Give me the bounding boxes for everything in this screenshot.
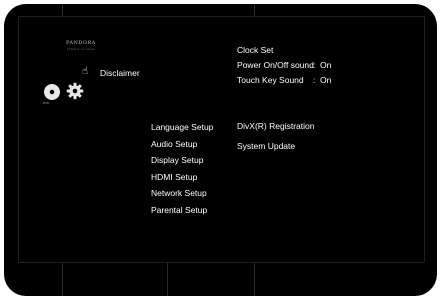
power-sound-separator: : (313, 60, 316, 70)
menu-item-divx-registration[interactable]: DivX(R) Registration (237, 116, 314, 136)
brand-tagline: symbol of value (66, 47, 96, 51)
menu-item-language-setup[interactable]: Language Setup (151, 119, 213, 136)
frame-divider (254, 262, 255, 296)
touch-key-value[interactable]: On (320, 73, 331, 88)
frame-divider (167, 262, 168, 296)
power-sound-value[interactable]: On (320, 58, 331, 73)
brand-logo: PANDORA symbol of value (66, 40, 96, 52)
frame-left-line (18, 16, 19, 262)
gear-icon[interactable] (66, 82, 84, 100)
frame-top-line (18, 16, 424, 17)
frame-right-line (424, 16, 425, 262)
menu-item-hdmi-setup[interactable]: HDMI Setup (151, 169, 213, 186)
menu-item-audio-setup[interactable]: Audio Setup (151, 136, 213, 153)
hand-pointer-icon: ☝ (82, 66, 89, 77)
disclaimer-label: Disclaimer (100, 68, 140, 78)
disc-caption: DVD (43, 101, 50, 105)
frame-bottom-line (18, 262, 424, 263)
menu-item-network-setup[interactable]: Network Setup (151, 185, 213, 202)
menu-item-parental-setup[interactable]: Parental Setup (151, 202, 213, 219)
frame-divider (62, 4, 63, 16)
power-sound-label: Power On/Off sound (237, 60, 314, 70)
system-submenu: DivX(R) Registration System Update (237, 116, 314, 156)
disc-icon[interactable] (44, 84, 60, 100)
frame-divider (254, 4, 255, 16)
touch-key-label: Touch Key Sound (237, 75, 304, 85)
setup-screen: PANDORA symbol of value ☝ Disclaimer DVD… (4, 4, 437, 296)
touch-key-separator: : (313, 75, 316, 85)
menu-item-system-update[interactable]: System Update (237, 136, 314, 156)
clock-set-label: Clock Set (237, 45, 274, 55)
menu-item-display-setup[interactable]: Display Setup (151, 152, 213, 169)
frame-divider (62, 262, 63, 296)
setup-menu: Language Setup Audio Setup Display Setup… (151, 119, 213, 218)
